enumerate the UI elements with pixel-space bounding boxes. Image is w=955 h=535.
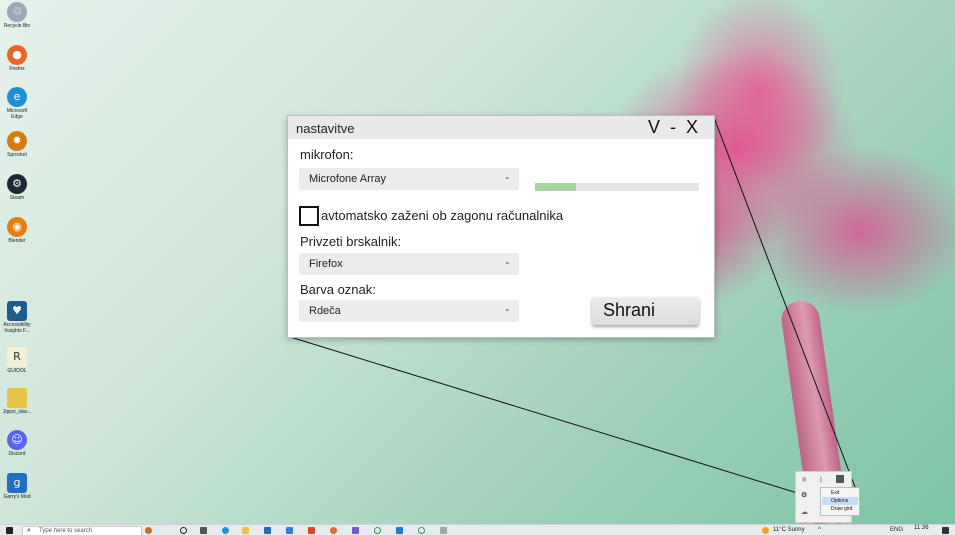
menu-item-draw-grid[interactable]: Draw gird [822, 505, 858, 513]
weather-text[interactable]: 11°C Sunny [773, 527, 805, 533]
save-button[interactable]: Shrani [592, 297, 699, 325]
edge-taskbar-icon[interactable] [222, 527, 229, 534]
marker-color-select[interactable]: Rdeča - [299, 300, 519, 322]
search-icon: ⌕ [27, 526, 31, 534]
steam-tray-icon[interactable]: ⚙ [801, 491, 807, 499]
chevron-down-icon: - [505, 172, 509, 184]
bluetooth-icon[interactable]: ᛒ [819, 476, 823, 484]
cloud-icon[interactable]: ☁ [801, 508, 808, 516]
microphone-label: mikrofon: [300, 147, 354, 162]
firefox-taskbar-icon[interactable] [330, 527, 337, 534]
taskbar: ⌕ Type here to search 11°C Sunny ^ ENG 1… [0, 524, 955, 535]
guide-line-top [712, 114, 861, 501]
nvidia-icon[interactable] [836, 475, 844, 483]
file-explorer-icon[interactable] [242, 527, 249, 534]
microphone-level-meter [535, 183, 699, 191]
autostart-checkbox[interactable] [299, 206, 319, 226]
chevron-down-icon: - [505, 304, 509, 316]
menu-item-exit[interactable]: Exit [822, 489, 858, 497]
app-gray-icon[interactable] [440, 527, 447, 534]
desktop: ♲ Recycle Bin ● Firefox e Microsoft Edge… [0, 0, 955, 535]
microphone-select[interactable]: Microfone Array - [299, 168, 519, 190]
titlebar-separator: - [670, 117, 676, 137]
dialog-title: nastavitve [296, 121, 355, 136]
guide-line-bottom [286, 335, 821, 501]
autostart-label: avtomatsko zaženi ob zagonu računalnika [321, 208, 564, 223]
widgets-icon[interactable] [200, 527, 207, 534]
microphone-level-fill [535, 183, 576, 191]
chevron-down-icon: - [505, 257, 509, 269]
close-button[interactable]: X [686, 117, 698, 138]
dialog-titlebar[interactable]: nastavitve V - X [288, 116, 714, 139]
store-icon[interactable] [264, 527, 271, 534]
app-green-icon[interactable] [374, 527, 381, 534]
visual-studio-icon[interactable] [352, 527, 359, 534]
office-icon[interactable] [308, 527, 315, 534]
browser-select[interactable]: Firefox - [299, 253, 519, 275]
tray-app-icon[interactable]: ☼ [801, 476, 807, 484]
clock[interactable]: 11:36 [914, 525, 929, 531]
settings-dialog: nastavitve V - X mikrofon: Microfone Arr… [287, 115, 715, 338]
app-green-2-icon[interactable] [418, 527, 425, 534]
browser-label: Privzeti brskalnik: [300, 234, 402, 249]
notification-icon[interactable] [942, 527, 949, 534]
language-indicator[interactable]: ENG [890, 527, 903, 533]
minimize-v-button[interactable]: V [648, 117, 660, 138]
menu-item-options[interactable]: Options [822, 497, 858, 505]
tray-context-menu: Exit Options Draw gird [820, 487, 860, 516]
show-hidden-icons-chevron-icon[interactable]: ^ [818, 527, 821, 533]
mail-icon[interactable] [286, 527, 293, 534]
taskbar-weather-widget-icon[interactable] [145, 527, 152, 534]
sun-icon [762, 527, 769, 534]
task-view-icon[interactable] [180, 527, 187, 534]
vscode-icon[interactable] [396, 527, 403, 534]
taskbar-search-box[interactable]: ⌕ Type here to search [22, 526, 142, 535]
start-button[interactable] [6, 527, 13, 534]
marker-color-label: Barva oznak: [300, 282, 376, 297]
